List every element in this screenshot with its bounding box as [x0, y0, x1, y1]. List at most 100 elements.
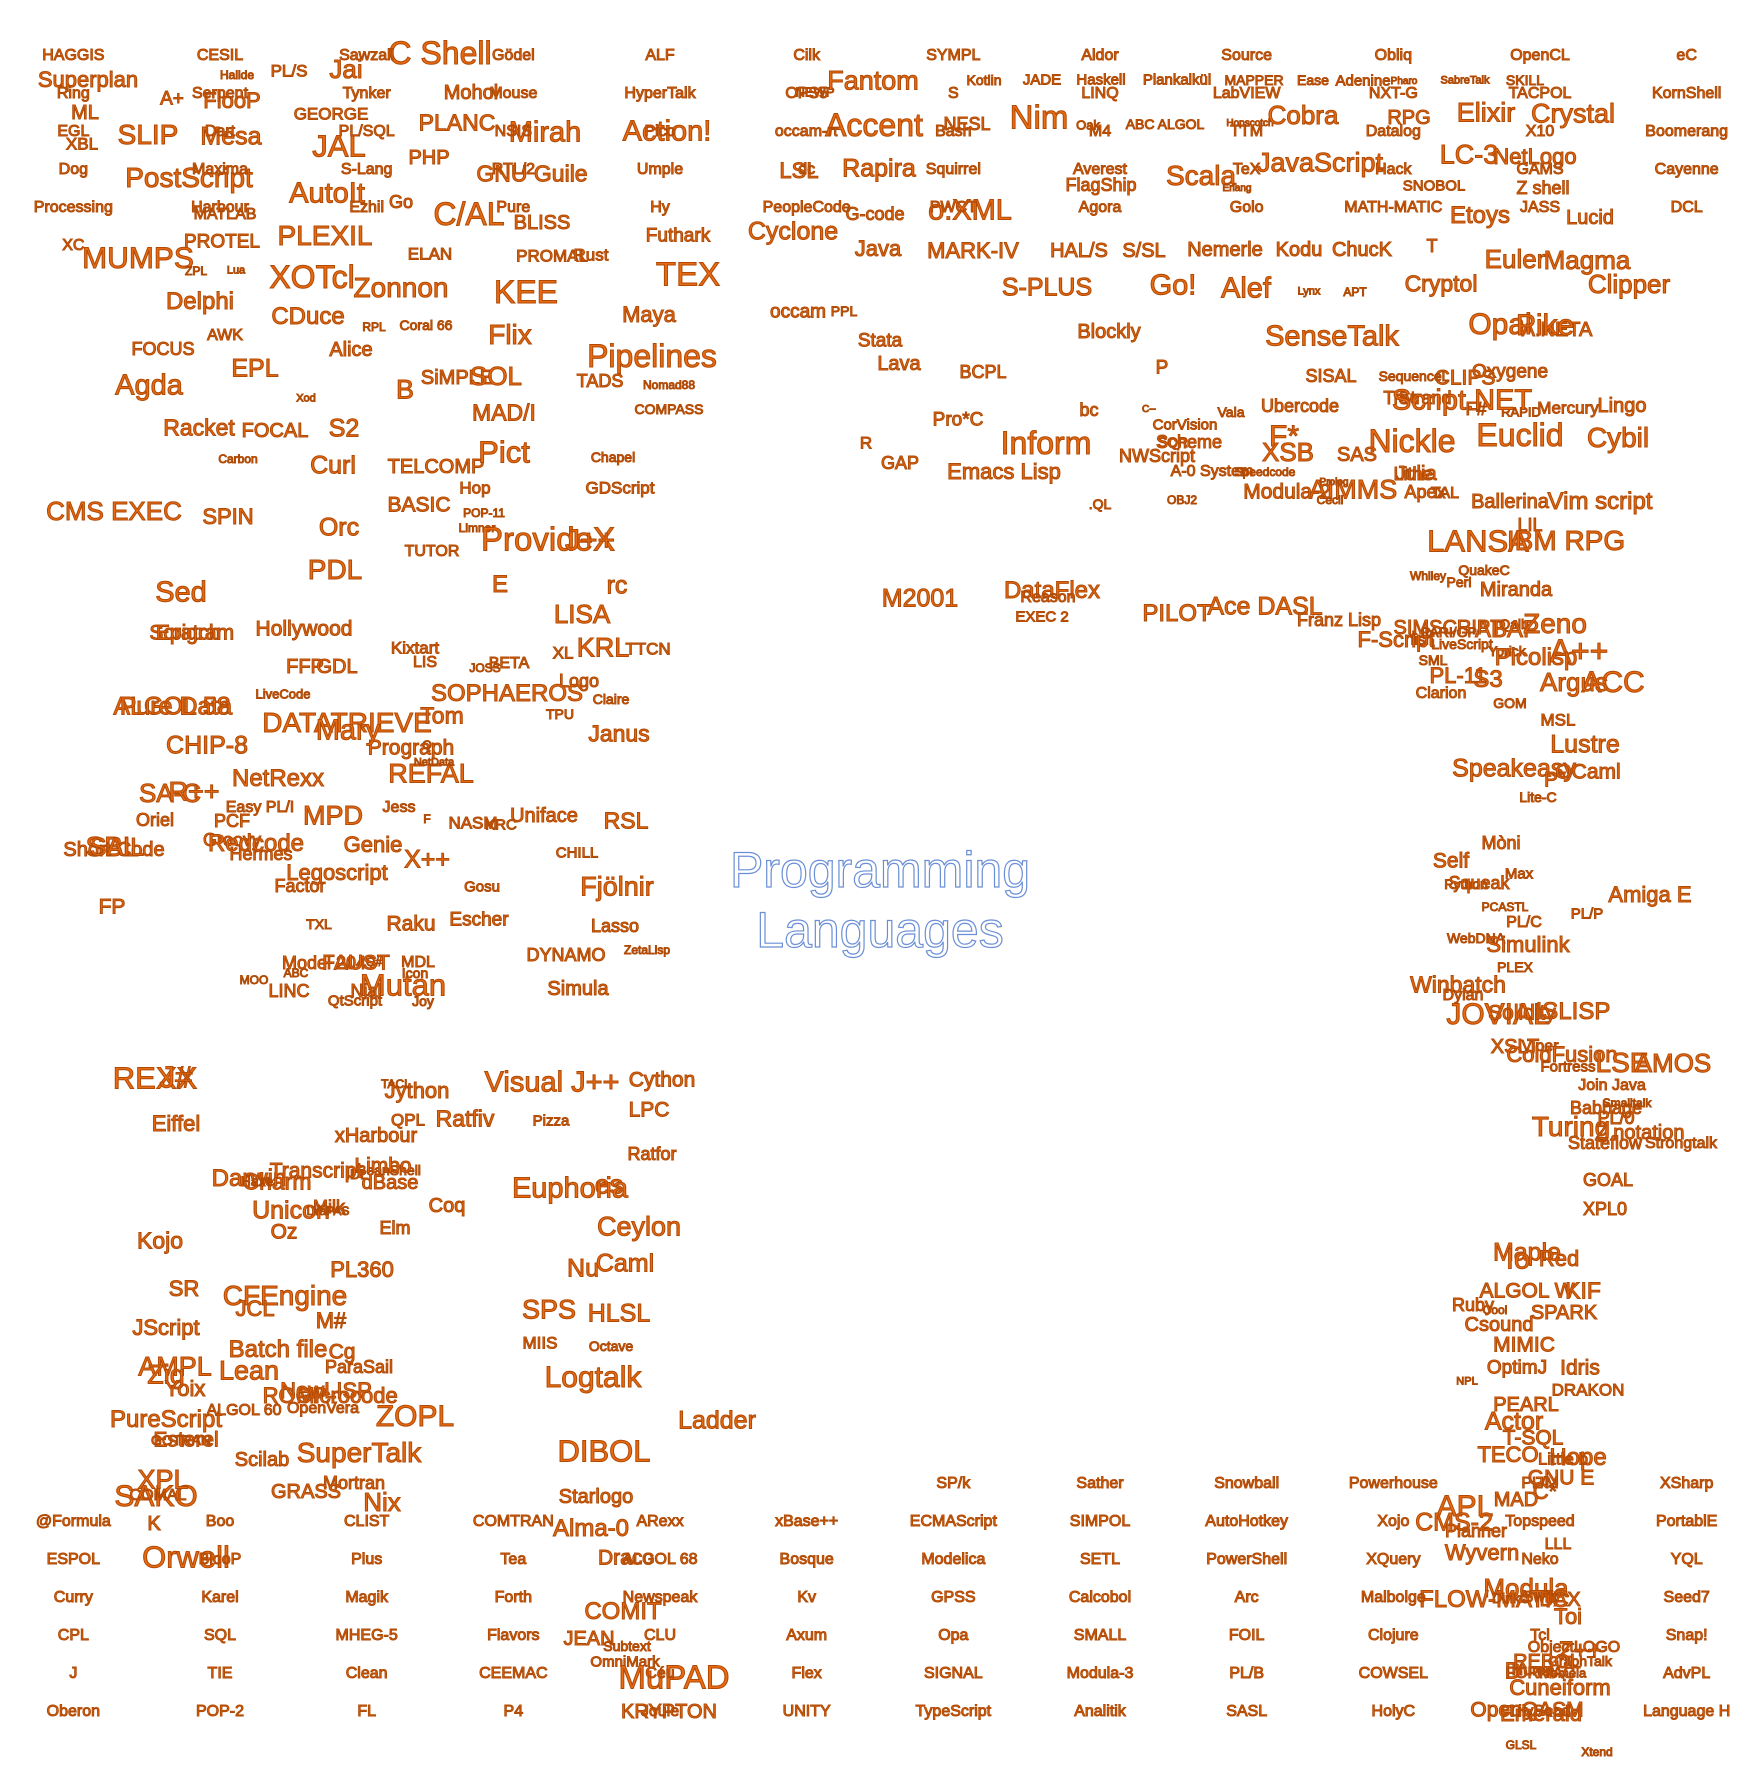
- cloud-word: XL: [552, 643, 574, 663]
- cloud-word: Pike: [1515, 309, 1575, 342]
- cloud-word: POP-11: [463, 506, 506, 520]
- cloud-word: TACPOL: [1508, 85, 1572, 102]
- cloud-word: COWSEL: [1358, 1665, 1428, 1682]
- cloud-word: MSL: [1540, 710, 1576, 730]
- cloud-word: Wyvern: [1444, 1540, 1520, 1565]
- cloud-word: MATH-MATIC: [1344, 199, 1443, 216]
- cloud-word: Plus: [351, 1551, 383, 1568]
- cloud-word: Curry: [53, 1589, 93, 1606]
- cloud-word: Starlogo: [558, 1486, 634, 1508]
- cloud-word: SR: [168, 1276, 200, 1301]
- cloud-word: SPIN: [202, 504, 254, 529]
- cloud-word: DRAKON: [1551, 1380, 1625, 1400]
- cloud-word: xHarbour: [334, 1125, 418, 1147]
- cloud-word: Lustre: [1550, 730, 1620, 759]
- cloud-word: Lava: [877, 353, 921, 375]
- cloud-word: Vala: [1217, 404, 1245, 420]
- cloud-word: Tynker: [342, 85, 391, 102]
- cloud-word: Nial: [350, 981, 382, 1001]
- cloud-word: DYNAMO: [526, 945, 606, 965]
- cloud-word: TXL: [306, 916, 333, 932]
- cloud-word: ALGOL 60: [206, 1402, 282, 1419]
- cloud-word: Orc: [318, 513, 360, 542]
- cloud-word: Dart: [204, 123, 236, 140]
- cloud-word: Cilk: [793, 47, 821, 64]
- cloud-word: Elm: [379, 1218, 411, 1238]
- cloud-word: SNOBOL: [1402, 177, 1466, 195]
- cloud-word: NewLISP: [280, 1378, 373, 1403]
- cloud-word: Mòni: [1481, 833, 1521, 853]
- cloud-word: Sawzall: [339, 47, 395, 64]
- cloud-word: Tea: [500, 1551, 527, 1568]
- cloud-word: LINQ: [1081, 85, 1119, 102]
- cloud-word: COMAL: [129, 1487, 187, 1504]
- cloud-word: Pipelines: [587, 338, 718, 374]
- cloud-word: Euler: [1484, 244, 1546, 274]
- cloud-word: Transcript: [269, 1159, 363, 1183]
- cloud-word: Clarion: [1415, 685, 1467, 702]
- cloud-word: JASS: [1519, 199, 1561, 216]
- cloud-word: ALGOL 68: [622, 1551, 698, 1568]
- cloud-word: Haxe: [240, 1173, 274, 1189]
- cloud-word: Kodu: [1275, 239, 1323, 261]
- cloud-word: Euclid: [1476, 417, 1564, 453]
- cloud-word: Hollywood: [255, 617, 353, 641]
- cloud-word: Ratfor: [627, 1144, 677, 1164]
- cloud-word: SOL: [469, 361, 523, 391]
- cloud-word: Pro*C: [932, 409, 984, 431]
- cloud-word: PL/SQL: [338, 123, 395, 140]
- cloud-word: Ezhil: [349, 199, 385, 216]
- cloud-word: Inform: [1000, 425, 1092, 461]
- cloud-word: Accent: [825, 107, 924, 143]
- cloud-word: Flex: [791, 1665, 822, 1682]
- cloud-word: Plankalkül: [1142, 71, 1212, 89]
- cloud-word: SabreTalk: [1440, 74, 1490, 87]
- cloud-word: Simula: [547, 978, 609, 1000]
- cloud-word: EXEC 2: [1015, 608, 1069, 626]
- cloud-word: Fjölnir: [580, 871, 655, 902]
- cloud-word: SenseTalk: [1265, 320, 1400, 353]
- cloud-word: M4: [1088, 123, 1112, 140]
- cloud-word: Powerhouse: [1348, 1475, 1438, 1492]
- cloud-word: SYMPL: [926, 47, 981, 64]
- cloud-word: NPL: [1456, 1375, 1478, 1388]
- cloud-word: G-code: [845, 204, 905, 224]
- cloud-word: Agda: [115, 369, 184, 402]
- cloud-word: PILOT: [1142, 600, 1212, 627]
- cloud-word: Nickle: [1368, 423, 1456, 459]
- cloud-word: Lite-C: [1519, 789, 1557, 805]
- cloud-word: NetData: [413, 756, 455, 769]
- cloud-word: Gosu: [464, 878, 501, 896]
- cloud-word: Céu: [645, 1665, 675, 1682]
- cloud-word: Umple: [636, 161, 684, 178]
- cloud-word: Reason: [1020, 589, 1076, 606]
- cloud-word: COMPASS: [634, 401, 704, 417]
- cloud-word: CHIP-8: [166, 731, 249, 760]
- cloud-word: Elixir: [1456, 97, 1516, 128]
- cloud-word: GOAL: [1582, 1170, 1634, 1190]
- cloud-word: ML: [71, 102, 100, 124]
- cloud-word: GOTRAN: [151, 1432, 212, 1448]
- cloud-word: GLSL: [1505, 1738, 1537, 1752]
- cloud-word: P: [1155, 357, 1169, 379]
- cloud-word: TPU: [546, 706, 575, 722]
- cloud-word: TUTOR: [404, 543, 460, 560]
- cloud-word: CLIST: [343, 1513, 390, 1530]
- cloud-word: SP/k: [936, 1475, 971, 1492]
- cloud-word: Raku: [386, 912, 436, 936]
- cloud-word: PortablE: [1655, 1513, 1718, 1530]
- cloud-word: LISA: [553, 599, 611, 629]
- cloud-word: AMOS: [1634, 1048, 1712, 1078]
- cloud-word: EGL: [57, 123, 90, 140]
- cloud-word: SequenceL: [1378, 368, 1450, 384]
- cloud-word: XPL0: [1582, 1199, 1628, 1219]
- cloud-word: SQL: [203, 1627, 237, 1644]
- cloud-word: XOTcl: [269, 259, 355, 295]
- cloud-word: Halide: [219, 68, 255, 82]
- cloud-word: Ladder: [678, 1406, 757, 1435]
- cloud-word: Aldor: [1081, 47, 1119, 64]
- cloud-word: Kojo: [136, 1227, 184, 1254]
- cloud-word: XSB: [1261, 437, 1315, 467]
- cloud-word: .QL: [1088, 496, 1112, 512]
- cloud-word: Dog: [58, 161, 89, 178]
